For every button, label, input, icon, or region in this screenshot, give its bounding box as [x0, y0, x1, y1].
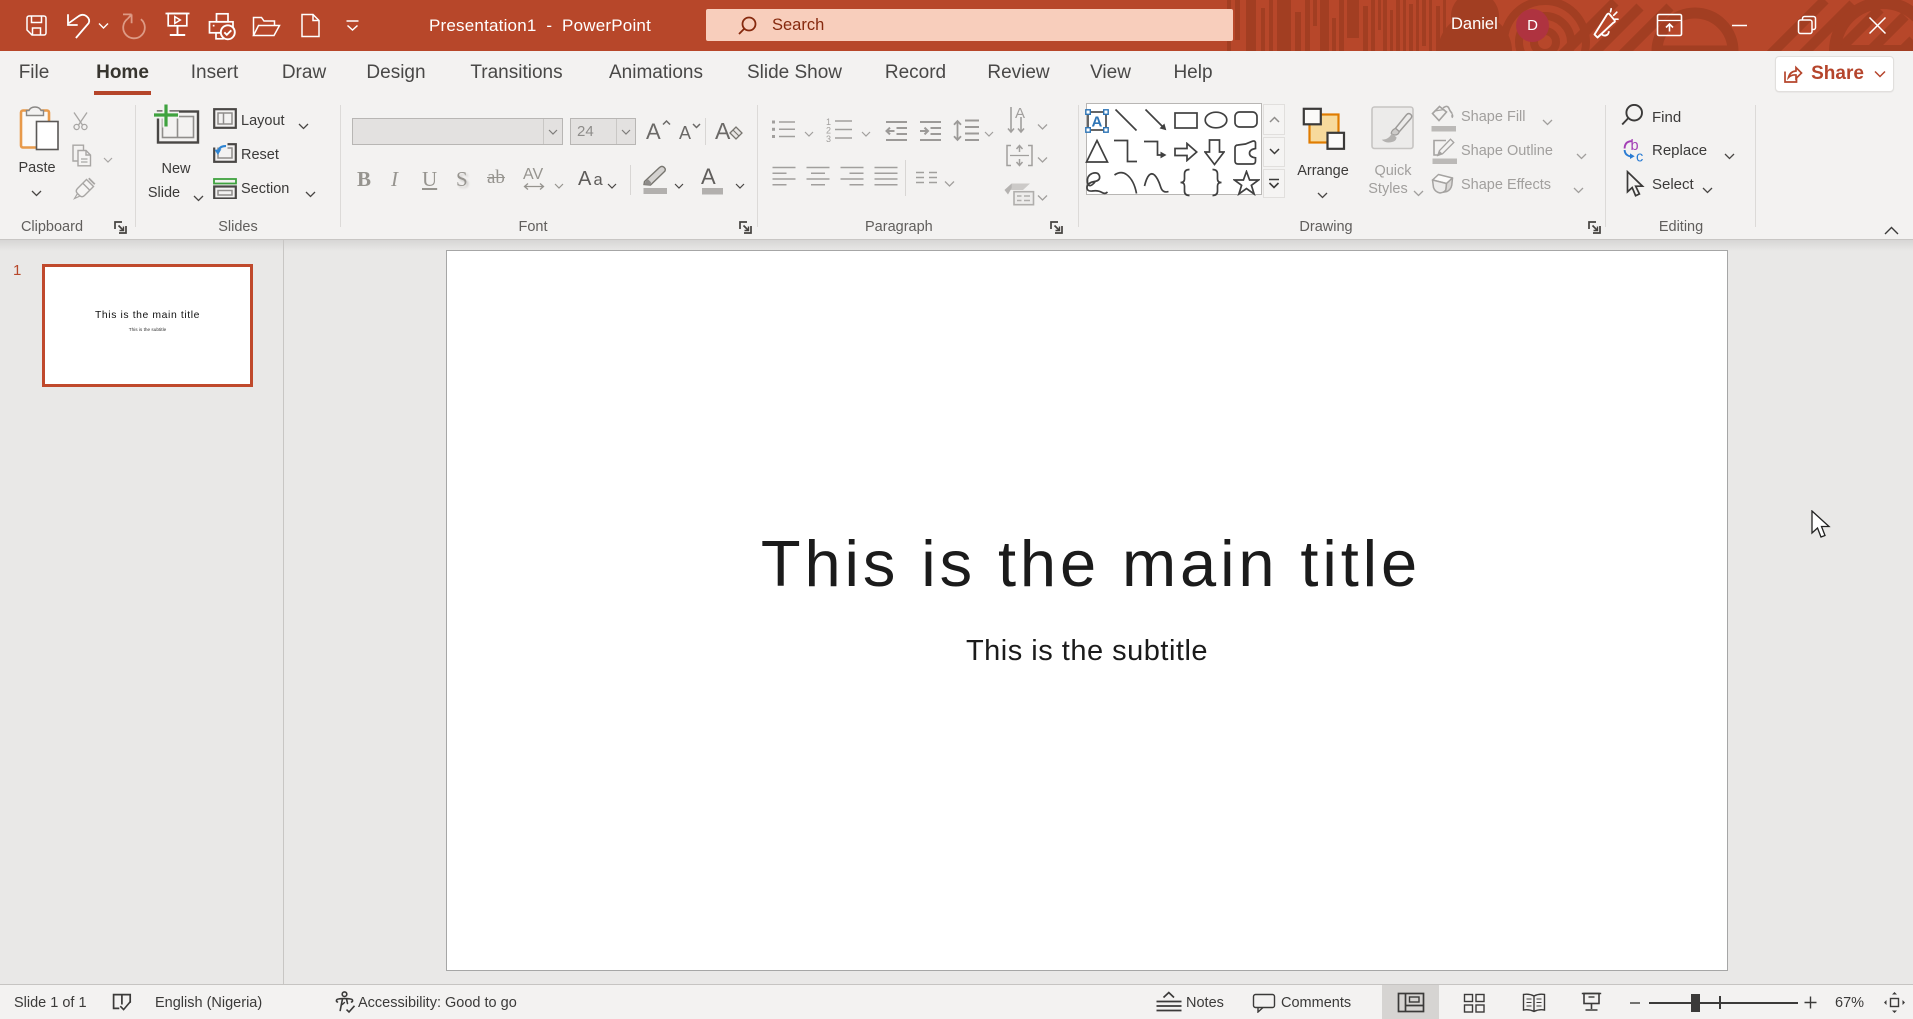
svg-text:A: A	[646, 119, 661, 144]
svg-text:AV: AV	[523, 166, 543, 183]
svg-text:A: A	[578, 168, 592, 190]
svg-text:a: a	[594, 171, 604, 189]
svg-text:3: 3	[826, 134, 831, 142]
svg-text:A: A	[1092, 113, 1103, 130]
svg-text:A: A	[679, 123, 691, 143]
svg-text:A: A	[701, 164, 716, 189]
svg-text:c: c	[1636, 150, 1643, 164]
svg-text:A: A	[715, 118, 731, 144]
svg-text:A: A	[1015, 105, 1025, 122]
